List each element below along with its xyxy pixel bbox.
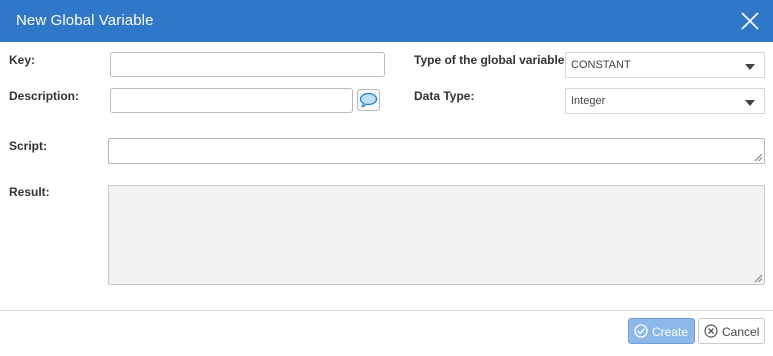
close-button[interactable] [737, 8, 763, 34]
result-textarea [108, 185, 765, 285]
footer-divider [0, 310, 773, 311]
variable-type-value: CONSTANT [571, 59, 631, 71]
create-button[interactable]: Create [628, 318, 695, 344]
check-circle-icon [634, 324, 648, 338]
close-icon [741, 12, 759, 30]
description-comment-button[interactable] [357, 89, 380, 111]
cancel-button[interactable]: Cancel [698, 318, 765, 344]
resize-grip-icon[interactable] [754, 153, 763, 162]
data-type-label: Data Type: [414, 89, 475, 103]
dialog-title: New Global Variable [16, 12, 154, 29]
create-button-label: Create [652, 325, 689, 339]
result-label: Result: [9, 185, 50, 199]
chevron-down-icon [745, 100, 755, 106]
dialog-header: New Global Variable [0, 0, 773, 42]
key-input[interactable] [110, 52, 385, 77]
x-circle-icon [704, 324, 718, 338]
type-label: Type of the global variable: [414, 53, 569, 67]
data-type-select[interactable]: Integer [565, 88, 765, 114]
cancel-button-label: Cancel [722, 325, 760, 339]
variable-type-select[interactable]: CONSTANT [565, 52, 765, 78]
data-type-value: Integer [571, 95, 606, 107]
key-label: Key: [9, 53, 36, 67]
chevron-down-icon [745, 64, 755, 70]
description-label: Description: [9, 89, 80, 103]
speech-bubble-icon [359, 92, 378, 108]
description-input[interactable] [110, 88, 353, 113]
script-label: Script: [9, 139, 48, 153]
script-textarea[interactable] [108, 138, 765, 164]
resize-grip-icon[interactable] [754, 274, 763, 283]
